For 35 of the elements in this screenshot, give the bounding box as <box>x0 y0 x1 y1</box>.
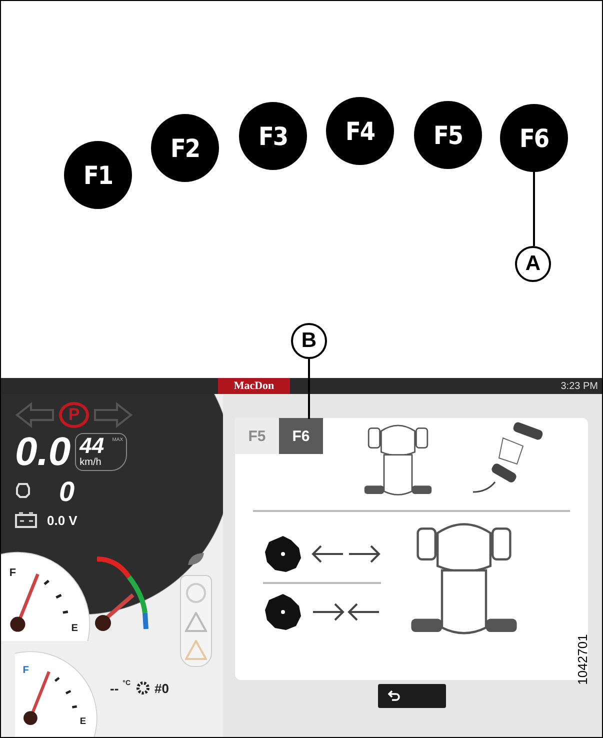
speed-value: 0.0 <box>15 432 71 472</box>
knob-icon <box>263 534 303 574</box>
leaf-icon <box>186 551 206 567</box>
arrows-icon <box>311 542 381 564</box>
arrows-icon <box>311 600 381 622</box>
right-arrow-icon <box>93 402 133 428</box>
speed-unit: km/h <box>80 457 102 468</box>
knob-icon <box>263 592 303 632</box>
leader-line <box>308 359 310 419</box>
mode-tab[interactable]: F6 <box>279 418 323 454</box>
function-key[interactable]: F1 <box>64 141 132 209</box>
function-key[interactable]: F4 <box>326 97 394 165</box>
gear-icon <box>134 680 151 696</box>
gear-value: #0 <box>154 680 169 696</box>
warning-icon <box>185 612 207 632</box>
function-key[interactable]: F3 <box>239 102 307 170</box>
warning-icon <box>185 640 207 660</box>
function-key[interactable]: F2 <box>151 114 219 182</box>
left-arrow-icon <box>15 402 55 428</box>
clock-time: 3:23 PM <box>560 380 599 394</box>
voltage-value: 0.0 V <box>47 512 78 528</box>
engine-value: 0 <box>59 476 75 508</box>
fuel-gauge: F E <box>1 549 93 641</box>
battery-icon <box>15 512 37 528</box>
function-key[interactable]: F6 <box>500 104 568 172</box>
back-button[interactable] <box>378 684 446 708</box>
logo: MacDon <box>218 378 290 394</box>
figure-number: 1042701 <box>575 634 590 685</box>
function-key[interactable]: F5 <box>414 101 482 169</box>
callout-label: A <box>515 246 551 282</box>
back-icon <box>388 690 400 702</box>
temperature-value: -- <box>110 680 119 696</box>
callout-label: B <box>291 323 327 359</box>
max-speed-value: 44 <box>80 435 104 457</box>
parking-brake-icon: P <box>59 402 89 428</box>
